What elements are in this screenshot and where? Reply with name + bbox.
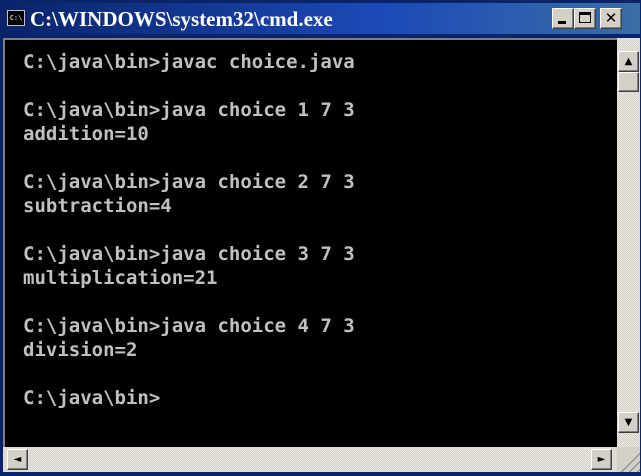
maximize-button[interactable] (574, 8, 596, 29)
console-line: C:\java\bin>java choice 2 7 3 (23, 171, 355, 193)
console-text: C:\java\bin>javac choice.java C:\java\bin… (23, 40, 355, 410)
console-line: division=2 (23, 339, 138, 361)
console-line: addition=10 (23, 123, 149, 145)
console-line: C:\java\bin>javac choice.java (23, 51, 355, 73)
close-icon: ✕ (604, 9, 618, 27)
scroll-right-button[interactable]: ► (591, 449, 612, 470)
console-line: C:\java\bin> (23, 387, 161, 409)
console-app-icon[interactable]: C:\ (7, 10, 25, 26)
scroll-down-button[interactable]: ▼ (618, 412, 639, 433)
vertical-scrollbar[interactable]: ▲ ▼ (617, 38, 640, 447)
vertical-scroll-thumb[interactable] (618, 72, 639, 92)
arrow-right-icon: ► (597, 454, 606, 465)
scroll-left-button[interactable]: ◄ (7, 449, 28, 470)
scroll-up-button[interactable]: ▲ (618, 51, 639, 72)
console-line: subtraction=4 (23, 195, 172, 217)
console-line: C:\java\bin>java choice 4 7 3 (23, 315, 355, 337)
cmd-window: C:\ C:\WINDOWS\system32\cmd.exe ✕ C:\jav… (0, 0, 641, 476)
title-bar[interactable]: C:\ C:\WINDOWS\system32\cmd.exe ✕ (3, 3, 640, 34)
arrow-up-icon: ▲ (624, 56, 633, 67)
horizontal-scrollbar[interactable]: ◄ ► (3, 447, 617, 472)
minimize-button[interactable] (552, 8, 574, 29)
resize-grip[interactable] (617, 447, 640, 472)
console-output[interactable]: C:\java\bin>javac choice.java C:\java\bin… (3, 38, 617, 447)
arrow-down-icon: ▼ (624, 417, 633, 428)
close-button[interactable]: ✕ (600, 8, 622, 29)
window-title: C:\WINDOWS\system32\cmd.exe (30, 7, 333, 31)
arrow-left-icon: ◄ (13, 454, 22, 465)
console-line: multiplication=21 (23, 267, 218, 289)
minimize-icon (558, 21, 566, 24)
console-line: C:\java\bin>java choice 1 7 3 (23, 99, 355, 121)
maximize-icon (579, 12, 591, 23)
console-line: C:\java\bin>java choice 3 7 3 (23, 243, 355, 265)
